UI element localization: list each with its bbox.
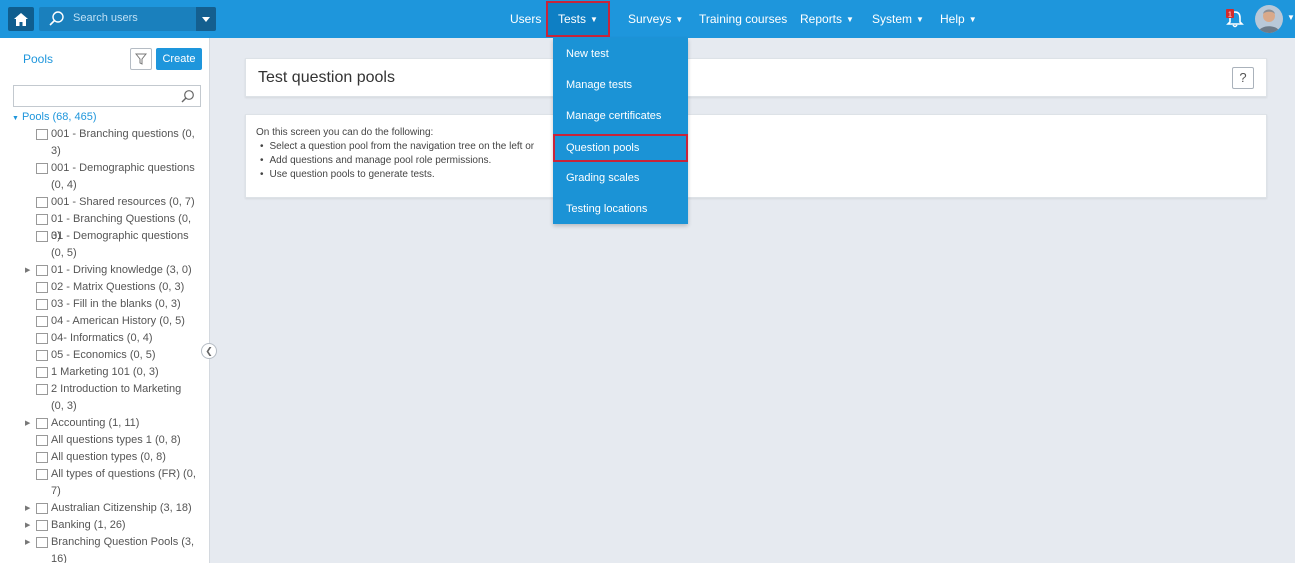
search-icon (181, 90, 194, 103)
filter-button[interactable] (130, 48, 152, 70)
checkbox[interactable] (36, 520, 48, 531)
menu-item-grading-scales[interactable]: Grading scales (553, 164, 688, 192)
tree-node[interactable]: 04 - American History (0, 5) (36, 313, 196, 330)
user-avatar[interactable] (1255, 5, 1283, 33)
nav-reports[interactable]: Reports ▼ (800, 0, 854, 38)
info-list: Select a question pool from the navigati… (260, 140, 535, 182)
tree-node[interactable]: 2 Introduction to Marketing (0, 3) (36, 381, 196, 415)
info-bullet: Select a question pool from the navigati… (260, 140, 535, 154)
expand-arrow-icon[interactable]: ▶ (25, 500, 30, 517)
search-icon (49, 11, 64, 26)
user-search-input[interactable]: Search users (39, 7, 216, 31)
tree-node[interactable]: 001 - Branching questions (0, 3) (36, 126, 196, 160)
pools-sidebar: Pools Create ▼ Pools (68, 465) 001 - Bran… (0, 38, 210, 563)
info-bullet: Add questions and manage pool role permi… (260, 154, 534, 168)
checkbox[interactable] (36, 163, 48, 174)
nav-help[interactable]: Help ▼ (940, 0, 977, 38)
checkbox[interactable] (36, 265, 48, 276)
info-intro: On this screen you can do the following: (256, 127, 434, 138)
tree-node[interactable]: 04- Informatics (0, 4) (36, 330, 196, 347)
tree-root-pools[interactable]: ▼ Pools (68, 465) (12, 111, 97, 123)
expand-arrow-icon[interactable]: ▶ (25, 262, 30, 279)
menu-item-manage-certificates[interactable]: Manage certificates (553, 102, 688, 130)
page-title: Test question pools (258, 69, 395, 86)
checkbox[interactable] (36, 452, 48, 463)
caret-down-icon (202, 16, 210, 22)
caret-down-icon: ▼ (675, 15, 684, 24)
page-header-card: Test question pools ? (245, 58, 1267, 97)
tree-node[interactable]: All question types (0, 8) (36, 449, 196, 466)
tree-node[interactable]: 001 - Demographic questions (0, 4) (36, 160, 196, 194)
checkbox[interactable] (36, 231, 48, 242)
sidebar-title: Pools (23, 52, 54, 66)
tree-node[interactable]: 05 - Economics (0, 5) (36, 347, 196, 364)
checkbox[interactable] (36, 316, 48, 327)
tree-node[interactable]: 01 - Demographic questions (0, 5) (36, 228, 196, 262)
search-dropdown-button[interactable] (196, 7, 216, 31)
notifications-button[interactable]: 1 (1226, 9, 1244, 29)
checkbox[interactable] (36, 350, 48, 361)
nav-surveys[interactable]: Surveys ▼ (628, 0, 683, 38)
chevron-left-icon: ❮ (205, 345, 213, 356)
tests-dropdown-menu: New test Manage tests Manage certificate… (553, 38, 688, 224)
search-placeholder: Search users (73, 12, 138, 24)
checkbox[interactable] (36, 299, 48, 310)
tree-node[interactable]: 1 Marketing 101 (0, 3) (36, 364, 196, 381)
notification-count: 1 (1228, 12, 1232, 19)
expanded-caret-icon: ▼ (12, 115, 19, 122)
checkbox[interactable] (36, 435, 48, 446)
menu-item-manage-tests[interactable]: Manage tests (553, 71, 688, 99)
expand-arrow-icon[interactable]: ▶ (25, 534, 30, 551)
filter-icon (135, 53, 147, 65)
checkbox[interactable] (36, 537, 48, 548)
caret-down-icon: ▼ (968, 15, 977, 24)
home-icon (14, 12, 28, 26)
checkbox[interactable] (36, 282, 48, 293)
checkbox[interactable] (36, 197, 48, 208)
create-button[interactable]: Create (156, 48, 202, 70)
tree-node[interactable]: ▶ Australian Citizenship (3, 18) (25, 500, 196, 517)
tree-node[interactable]: ▶ Banking (1, 26) (25, 517, 196, 534)
checkbox[interactable] (36, 367, 48, 378)
menu-item-new-test[interactable]: New test (553, 40, 688, 68)
checkbox[interactable] (36, 384, 48, 395)
expand-arrow-icon[interactable]: ▶ (25, 415, 30, 432)
nav-tests[interactable]: Tests ▼ (546, 1, 610, 37)
checkbox[interactable] (36, 503, 48, 514)
bell-icon: 1 (1226, 9, 1244, 28)
checkbox[interactable] (36, 214, 48, 225)
person-icon (1258, 9, 1280, 33)
tree-node[interactable]: 03 - Fill in the blanks (0, 3) (36, 296, 196, 313)
caret-down-icon: ▼ (846, 15, 854, 24)
expand-arrow-icon[interactable]: ▶ (25, 517, 30, 534)
checkbox[interactable] (36, 129, 48, 140)
tree-node[interactable]: 001 - Shared resources (0, 7) (36, 194, 196, 211)
tree-node[interactable]: 02 - Matrix Questions (0, 3) (36, 279, 196, 296)
home-button[interactable] (8, 7, 34, 31)
tree-node[interactable]: ▶ Accounting (1, 11) (25, 415, 196, 432)
tree-node[interactable]: All questions types 1 (0, 8) (36, 432, 196, 449)
tree-node[interactable]: ▶ Branching Question Pools (3, 16) (25, 534, 196, 563)
caret-down-icon[interactable]: ▼ (1287, 13, 1295, 22)
checkbox[interactable] (36, 418, 48, 429)
caret-down-icon: ▼ (916, 15, 924, 24)
checkbox[interactable] (36, 469, 48, 480)
tree-node[interactable]: All types of questions (FR) (0, 7) (36, 466, 196, 500)
info-bullet: Use question pools to generate tests. (260, 168, 534, 182)
info-card: On this screen you can do the following:… (245, 114, 1267, 198)
tree-node[interactable]: ▶ 01 - Driving knowledge (3, 0) (25, 262, 196, 279)
nav-training-courses[interactable]: Training courses (699, 0, 787, 38)
menu-item-question-pools[interactable]: Question pools (553, 134, 688, 162)
menu-item-testing-locations[interactable]: Testing locations (553, 195, 688, 223)
top-navigation-bar: Search users Users▼ Tests▼ Surveys▼ Trai… (0, 0, 1295, 38)
tree-search-input[interactable] (13, 85, 201, 107)
collapse-sidebar-button[interactable]: ❮ (201, 343, 217, 359)
help-button[interactable]: ? (1232, 67, 1254, 89)
nav-system[interactable]: System ▼ (872, 0, 924, 38)
caret-down-icon: ▼ (590, 15, 598, 24)
checkbox[interactable] (36, 333, 48, 344)
